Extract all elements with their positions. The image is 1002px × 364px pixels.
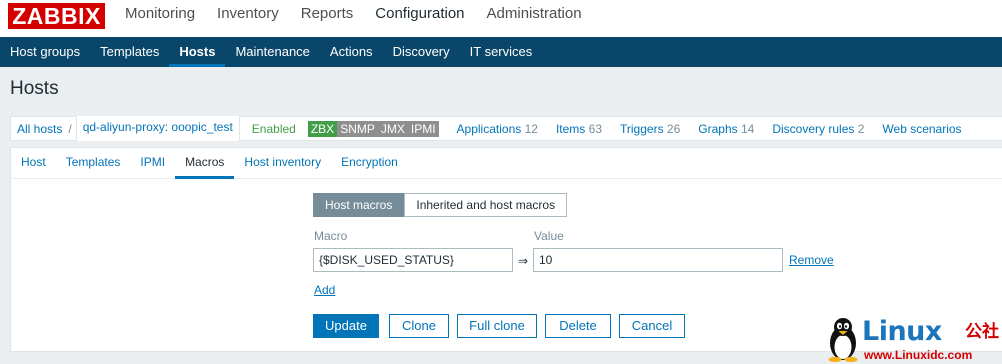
delete-button[interactable]: Delete bbox=[545, 314, 611, 338]
snmp-badge: SNMP bbox=[337, 120, 378, 137]
graphs-link[interactable]: Graphs 14 bbox=[689, 122, 763, 136]
discovery-rules-label: Discovery rules bbox=[772, 121, 855, 136]
applications-link[interactable]: Applications 12 bbox=[448, 122, 547, 136]
main-menu-administration[interactable]: Administration bbox=[476, 0, 593, 37]
top-bar: ZABBIX Monitoring Inventory Reports Conf… bbox=[0, 0, 1002, 37]
value-column-label: Value bbox=[534, 229, 564, 243]
linuxidc-watermark: Linux 公社 www.Linuxidc.com bbox=[822, 316, 1002, 364]
remove-macro-link[interactable]: Remove bbox=[789, 253, 834, 267]
zbx-badge: ZBX bbox=[307, 120, 338, 137]
all-hosts-link[interactable]: All hosts bbox=[11, 122, 68, 136]
tab-encryption[interactable]: Encryption bbox=[331, 148, 408, 178]
form-tabs: Host Templates IPMI Macros Host inventor… bbox=[11, 148, 1002, 179]
discovery-rules-link[interactable]: Discovery rules 2 bbox=[763, 122, 873, 136]
sub-menu-it-services[interactable]: IT services bbox=[460, 37, 543, 67]
graphs-label: Graphs bbox=[698, 121, 738, 136]
sub-menu-templates[interactable]: Templates bbox=[90, 37, 169, 67]
items-link[interactable]: Items 63 bbox=[547, 122, 611, 136]
sub-menu-hosts[interactable]: Hosts bbox=[169, 37, 226, 67]
sub-menu-discovery[interactable]: Discovery bbox=[383, 37, 460, 67]
main-menu-monitoring[interactable]: Monitoring bbox=[114, 0, 206, 37]
sub-menu-maintenance[interactable]: Maintenance bbox=[225, 37, 319, 67]
host-name-link[interactable]: qd-aliyun-proxy: ooopic_test bbox=[75, 116, 240, 141]
tab-host-inventory[interactable]: Host inventory bbox=[234, 148, 331, 178]
main-menu: Monitoring Inventory Reports Configurati… bbox=[114, 0, 593, 37]
tab-ipmi[interactable]: IPMI bbox=[130, 148, 175, 178]
main-menu-configuration[interactable]: Configuration bbox=[364, 0, 475, 37]
cancel-button[interactable]: Cancel bbox=[619, 314, 685, 338]
availability-badges: ZBX SNMP JMX IPMI bbox=[307, 120, 439, 137]
tab-macros[interactable]: Macros bbox=[175, 148, 235, 179]
web-scenarios-link[interactable]: Web scenarios bbox=[873, 122, 970, 136]
discovery-rules-count: 2 bbox=[857, 121, 865, 136]
macro-value-input[interactable]: 10 bbox=[533, 248, 783, 272]
page-title: Hosts bbox=[10, 78, 59, 99]
graphs-count: 14 bbox=[740, 121, 755, 136]
macro-name-input[interactable]: {$DISK_USED_STATUS} bbox=[313, 248, 513, 272]
host-navigation: All hosts / qd-aliyun-proxy: ooopic_test… bbox=[10, 116, 1002, 141]
full-clone-button[interactable]: Full clone bbox=[457, 314, 537, 338]
add-macro-link[interactable]: Add bbox=[314, 283, 335, 297]
clone-button[interactable]: Clone bbox=[389, 314, 449, 338]
watermark-site: www.Linuxidc.com bbox=[864, 348, 973, 362]
web-scenarios-label: Web scenarios bbox=[882, 121, 962, 136]
main-menu-inventory[interactable]: Inventory bbox=[206, 0, 290, 37]
items-label: Items bbox=[555, 121, 586, 136]
watermark-brand: Linux bbox=[862, 316, 942, 347]
sub-menu: Host groups Templates Hosts Maintenance … bbox=[0, 37, 542, 67]
ipmi-badge: IPMI bbox=[407, 120, 439, 137]
items-count: 63 bbox=[588, 121, 602, 136]
inherited-macros-button[interactable]: Inherited and host macros bbox=[404, 193, 568, 217]
triggers-link[interactable]: Triggers 26 bbox=[611, 122, 689, 136]
zabbix-logo[interactable]: ZABBIX bbox=[8, 3, 105, 29]
host-status-enabled[interactable]: Enabled bbox=[240, 122, 302, 136]
update-button[interactable]: Update bbox=[313, 314, 379, 338]
applications-label: Applications bbox=[456, 121, 522, 136]
tab-templates[interactable]: Templates bbox=[56, 148, 131, 178]
jmx-badge: JMX bbox=[377, 120, 408, 137]
tux-penguin-icon bbox=[828, 318, 858, 362]
main-menu-reports[interactable]: Reports bbox=[290, 0, 365, 37]
sub-menu-bar: Host groups Templates Hosts Maintenance … bbox=[0, 37, 1002, 67]
sub-menu-actions[interactable]: Actions bbox=[320, 37, 383, 67]
macro-mode-toggle: Host macros Inherited and host macros bbox=[313, 193, 568, 217]
breadcrumb-separator: / bbox=[68, 121, 72, 136]
applications-count: 12 bbox=[524, 121, 538, 136]
tab-host[interactable]: Host bbox=[11, 148, 56, 178]
triggers-label: Triggers bbox=[620, 121, 664, 136]
sub-menu-host-groups[interactable]: Host groups bbox=[0, 37, 90, 67]
macro-arrow: ⇒ bbox=[518, 254, 529, 268]
watermark-brand-cn: 公社 bbox=[965, 322, 999, 341]
triggers-count: 26 bbox=[666, 121, 681, 136]
macro-column-label: Macro bbox=[314, 229, 348, 243]
host-macros-button[interactable]: Host macros bbox=[313, 193, 405, 217]
